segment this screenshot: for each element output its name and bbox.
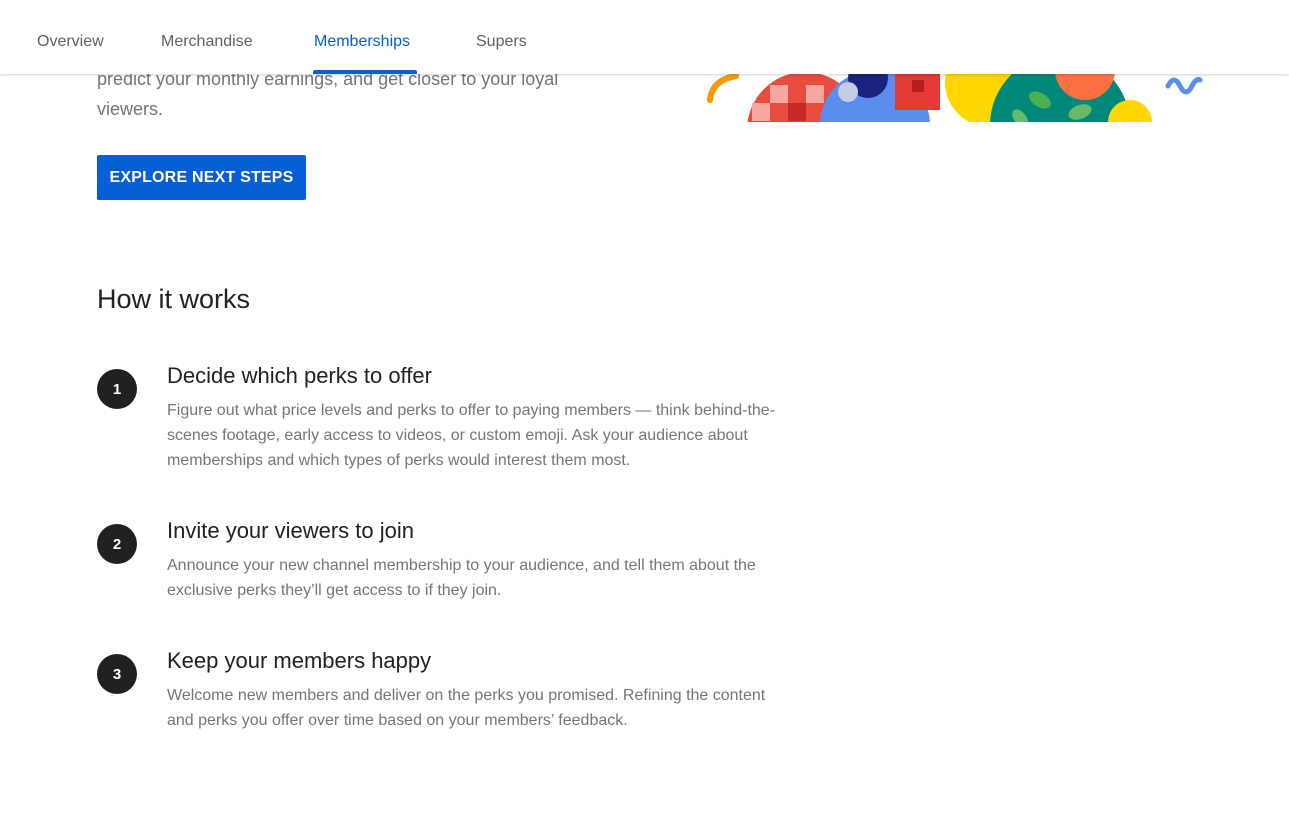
tab-memberships[interactable]: Memberships: [314, 33, 410, 51]
step-title: Decide which perks to offer: [167, 363, 432, 388]
explore-next-steps-button[interactable]: EXPLORE NEXT STEPS: [97, 155, 306, 200]
step-description: Welcome new members and deliver on the p…: [167, 687, 766, 729]
memberships-page: predict your monthly earnings, and get c…: [0, 0, 1289, 816]
active-tab-indicator: [313, 70, 417, 74]
tab-navigation: Overview Merchandise Memberships Supers: [0, 0, 1289, 74]
tab-merchandise[interactable]: Merchandise: [161, 33, 253, 51]
step-number-badge: 2: [97, 524, 137, 564]
how-it-works-heading: How it works: [97, 284, 251, 314]
step-title: Keep your members happy: [167, 648, 432, 673]
step-description: Announce your new channel membership to …: [167, 557, 756, 599]
step-number-badge: 3: [97, 654, 137, 694]
step-number-badge: 1: [97, 369, 137, 409]
tab-overview[interactable]: Overview: [37, 33, 104, 51]
step-description: Figure out what price levels and perks t…: [167, 402, 776, 469]
step-title: Invite your viewers to join: [167, 518, 414, 543]
tab-supers[interactable]: Supers: [476, 33, 527, 51]
